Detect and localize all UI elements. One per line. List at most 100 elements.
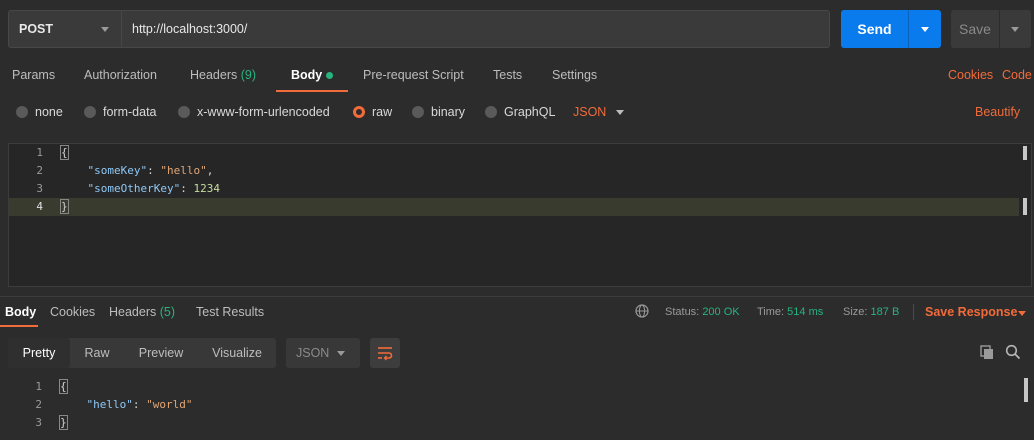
open-brace: { bbox=[59, 379, 68, 394]
time-value: 514 ms bbox=[787, 306, 824, 318]
radio-graphql[interactable]: GraphQL bbox=[485, 105, 555, 119]
status-label: Status: bbox=[665, 306, 700, 318]
code-line: 3 } bbox=[8, 414, 1018, 432]
method-select[interactable]: POST bbox=[8, 10, 122, 48]
radio-raw[interactable]: raw bbox=[353, 105, 392, 119]
scrollbar-thumb[interactable] bbox=[1023, 198, 1027, 215]
save-options-chevron-down-icon[interactable] bbox=[999, 10, 1031, 48]
tab-authorization[interactable]: Authorization bbox=[84, 68, 157, 82]
json-key: "someOtherKey" bbox=[87, 182, 181, 195]
chevron-down-icon[interactable] bbox=[1018, 311, 1026, 316]
request-bar: POST http://localhost:3000/ bbox=[8, 10, 830, 48]
scrollbar[interactable] bbox=[1023, 146, 1027, 160]
response-tab-body[interactable]: Body bbox=[5, 305, 36, 319]
line-number: 2 bbox=[36, 164, 43, 177]
globe-icon[interactable] bbox=[635, 304, 649, 318]
radio-none[interactable]: none bbox=[16, 105, 63, 119]
radio-raw-label: raw bbox=[372, 105, 393, 119]
view-preview[interactable]: Preview bbox=[124, 338, 198, 368]
tab-prerequest-script[interactable]: Pre-request Script bbox=[363, 68, 464, 82]
response-code: 1 { 2 "hello": "world" 3 } bbox=[8, 378, 1032, 440]
request-body-editor[interactable]: 1 { 2 "someKey": "hello", 3 "someOtherKe… bbox=[8, 143, 1032, 287]
chevron-down-icon[interactable] bbox=[616, 110, 624, 115]
chevron-down-icon bbox=[101, 27, 109, 32]
line-number: 3 bbox=[36, 182, 43, 195]
url-text: http://localhost:3000/ bbox=[132, 22, 248, 36]
search-icon[interactable] bbox=[1005, 344, 1021, 360]
tab-body[interactable]: Body bbox=[291, 68, 334, 82]
code-line-current: 4 } bbox=[9, 198, 1019, 216]
save-button[interactable]: Save bbox=[951, 10, 1031, 48]
size-readout[interactable]: Size: 187 B bbox=[843, 306, 899, 318]
scrollbar-thumb[interactable] bbox=[1024, 378, 1028, 402]
body-type-selector: none form-data x-www-form-urlencoded raw… bbox=[0, 100, 1034, 126]
radio-selected-icon bbox=[353, 106, 365, 118]
tab-body-label: Body bbox=[291, 68, 323, 82]
radio-circle-icon bbox=[16, 106, 28, 118]
code-text: { bbox=[59, 379, 68, 394]
cookies-link[interactable]: Cookies bbox=[948, 68, 993, 82]
url-input[interactable]: http://localhost:3000/ bbox=[122, 10, 830, 48]
radio-form-data[interactable]: form-data bbox=[84, 105, 157, 119]
line-number: 3 bbox=[35, 416, 42, 429]
view-visualize[interactable]: Visualize bbox=[198, 338, 276, 368]
radio-circle-icon bbox=[412, 106, 424, 118]
close-brace: } bbox=[60, 199, 69, 214]
close-brace: } bbox=[59, 415, 68, 430]
divider bbox=[913, 304, 914, 320]
code-text: "someOtherKey": 1234 bbox=[87, 182, 220, 195]
view-pretty[interactable]: Pretty bbox=[8, 338, 70, 368]
response-format-select[interactable]: JSON bbox=[286, 338, 360, 368]
radio-urlencoded-label: x-www-form-urlencoded bbox=[197, 105, 330, 119]
send-button[interactable]: Send bbox=[841, 10, 941, 48]
code-text: "hello": "world" bbox=[86, 398, 193, 411]
code-text: } bbox=[60, 199, 69, 214]
save-label: Save bbox=[959, 21, 991, 37]
wrap-lines-button[interactable] bbox=[370, 338, 400, 368]
code-link[interactable]: Code bbox=[1002, 68, 1032, 82]
radio-circle-icon bbox=[178, 106, 190, 118]
json-string-value: "world" bbox=[146, 398, 193, 411]
divider bbox=[0, 296, 1034, 297]
radio-circle-icon bbox=[485, 106, 497, 118]
time-readout[interactable]: Time: 514 ms bbox=[757, 306, 823, 318]
radio-binary[interactable]: binary bbox=[412, 105, 465, 119]
send-options-chevron-down-icon[interactable] bbox=[908, 10, 941, 48]
radio-urlencoded[interactable]: x-www-form-urlencoded bbox=[178, 105, 330, 119]
tab-headers[interactable]: Headers (9) bbox=[190, 68, 256, 82]
code-text: "someKey": "hello", bbox=[87, 164, 214, 177]
response-tab-headers-label: Headers bbox=[109, 305, 157, 319]
tab-tests[interactable]: Tests bbox=[493, 68, 522, 82]
response-tab-cookies[interactable]: Cookies bbox=[50, 305, 95, 319]
tab-params[interactable]: Params bbox=[12, 68, 55, 82]
save-response-button[interactable]: Save Response bbox=[925, 305, 1017, 319]
method-label: POST bbox=[19, 22, 54, 36]
json-key: "hello" bbox=[86, 398, 133, 411]
open-brace: { bbox=[60, 145, 69, 160]
code-line: 3 "someOtherKey": 1234 bbox=[9, 180, 1019, 198]
view-raw[interactable]: Raw bbox=[70, 338, 124, 368]
body-indicator-dot-icon bbox=[326, 72, 334, 80]
size-value: 187 B bbox=[870, 306, 900, 318]
radio-binary-label: binary bbox=[431, 105, 466, 119]
beautify-link[interactable]: Beautify bbox=[975, 105, 1020, 119]
wrap-lines-icon bbox=[378, 347, 393, 361]
code-text: } bbox=[59, 415, 68, 430]
chevron-down-icon bbox=[337, 351, 345, 356]
radio-circle-icon bbox=[84, 106, 96, 118]
response-tab-headers[interactable]: Headers (5) bbox=[109, 305, 175, 319]
text-cursor bbox=[67, 200, 69, 214]
language-select[interactable]: JSON bbox=[573, 105, 606, 119]
response-body-viewer[interactable]: 1 { 2 "hello": "world" 3 } bbox=[8, 378, 1032, 440]
copy-icon[interactable] bbox=[979, 344, 995, 360]
status-readout[interactable]: Status: 200 OK bbox=[665, 306, 740, 318]
line-number: 1 bbox=[36, 146, 43, 159]
format-label: JSON bbox=[296, 346, 330, 360]
size-label: Size: bbox=[843, 306, 868, 318]
response-tab-test-results[interactable]: Test Results bbox=[196, 305, 264, 319]
code-line: 2 "hello": "world" bbox=[8, 396, 1018, 414]
request-tabs: Params Authorization Headers (9) Body Pr… bbox=[0, 60, 1034, 92]
code-line: 1 { bbox=[9, 144, 1019, 162]
tab-settings[interactable]: Settings bbox=[552, 68, 597, 82]
line-number: 2 bbox=[35, 398, 42, 411]
